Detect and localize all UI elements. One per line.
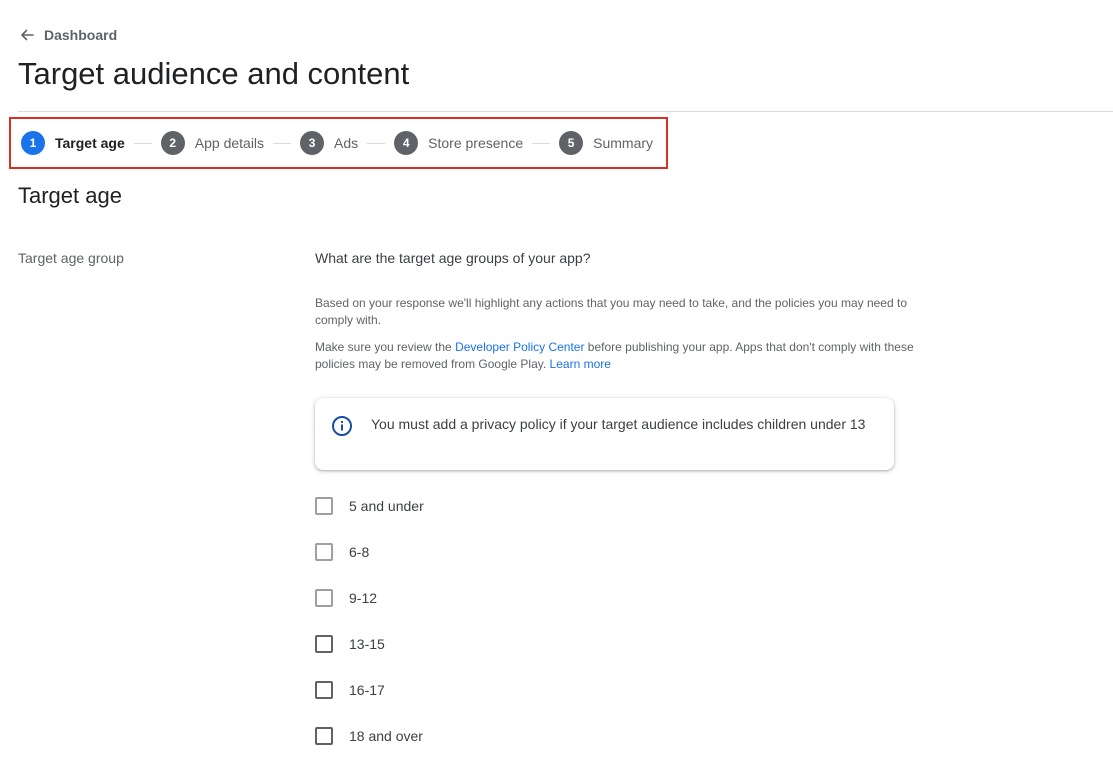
policy-help-text: Make sure you review the Developer Polic… <box>315 339 915 373</box>
step-label: Ads <box>334 135 359 151</box>
header-divider <box>18 111 1113 112</box>
step-ads[interactable]: 3 Ads <box>300 131 358 155</box>
question-text: What are the target age groups of your a… <box>315 250 591 266</box>
back-link-label: Dashboard <box>44 27 118 43</box>
checkbox[interactable] <box>315 681 333 699</box>
info-icon <box>331 415 353 437</box>
step-separator <box>133 142 152 144</box>
age-option-9-12[interactable]: 9-12 <box>315 589 377 607</box>
checkbox[interactable] <box>315 727 333 745</box>
step-number: 2 <box>160 131 185 155</box>
checkbox-label: 6-8 <box>349 544 370 560</box>
step-separator <box>367 142 386 144</box>
checkbox[interactable] <box>315 589 333 607</box>
step-summary[interactable]: 5 Summary <box>559 131 653 155</box>
progress-stepper: 1 Target age 2 App details 3 Ads 4 Store… <box>9 117 668 169</box>
page-title: Target audience and content <box>18 56 410 91</box>
step-label: App details <box>194 135 265 151</box>
section-title: Target age <box>18 183 122 208</box>
age-option-5-and-under[interactable]: 5 and under <box>315 497 424 515</box>
step-separator <box>532 142 551 144</box>
help-text: Based on your response we'll highlight a… <box>315 296 907 327</box>
page: Dashboard Target audience and content 1 … <box>0 0 1113 783</box>
back-to-dashboard-link[interactable]: Dashboard <box>18 26 117 44</box>
step-target-age[interactable]: 1 Target age <box>21 131 125 155</box>
checkbox[interactable] <box>315 543 333 561</box>
step-separator <box>273 142 292 144</box>
step-number: 1 <box>21 131 45 155</box>
step-label: Summary <box>593 135 654 151</box>
checkbox-label: 16-17 <box>349 682 385 698</box>
checkbox[interactable] <box>315 635 333 653</box>
step-label: Target age <box>55 135 125 151</box>
step-number: 4 <box>394 131 419 155</box>
checkbox-label: 18 and over <box>349 728 423 744</box>
step-number: 5 <box>559 131 584 155</box>
age-option-16-17[interactable]: 16-17 <box>315 681 385 699</box>
checkbox-label: 9-12 <box>349 590 378 606</box>
checkbox-label: 5 and under <box>349 498 424 514</box>
developer-policy-center-link[interactable]: Developer Policy Center <box>455 340 584 354</box>
step-app-details[interactable]: 2 App details <box>160 131 265 155</box>
age-option-18-and-over[interactable]: 18 and over <box>315 727 423 745</box>
field-label: Target age group <box>18 250 124 266</box>
help-text-prefix: Make sure you review the <box>315 340 456 354</box>
learn-more-link[interactable]: Learn more <box>550 357 611 371</box>
step-number: 3 <box>300 131 325 155</box>
step-store-presence[interactable]: 4 Store presence <box>394 131 523 155</box>
step-label: Store presence <box>428 135 524 151</box>
checkbox[interactable] <box>315 497 333 515</box>
age-option-6-8[interactable]: 6-8 <box>315 543 369 561</box>
arrow-left-icon <box>18 26 36 44</box>
info-text: You must add a privacy policy if your ta… <box>371 416 866 432</box>
checkbox-label: 13-15 <box>349 636 385 652</box>
age-option-13-15[interactable]: 13-15 <box>315 635 385 653</box>
privacy-policy-info-card: You must add a privacy policy if your ta… <box>315 398 894 470</box>
